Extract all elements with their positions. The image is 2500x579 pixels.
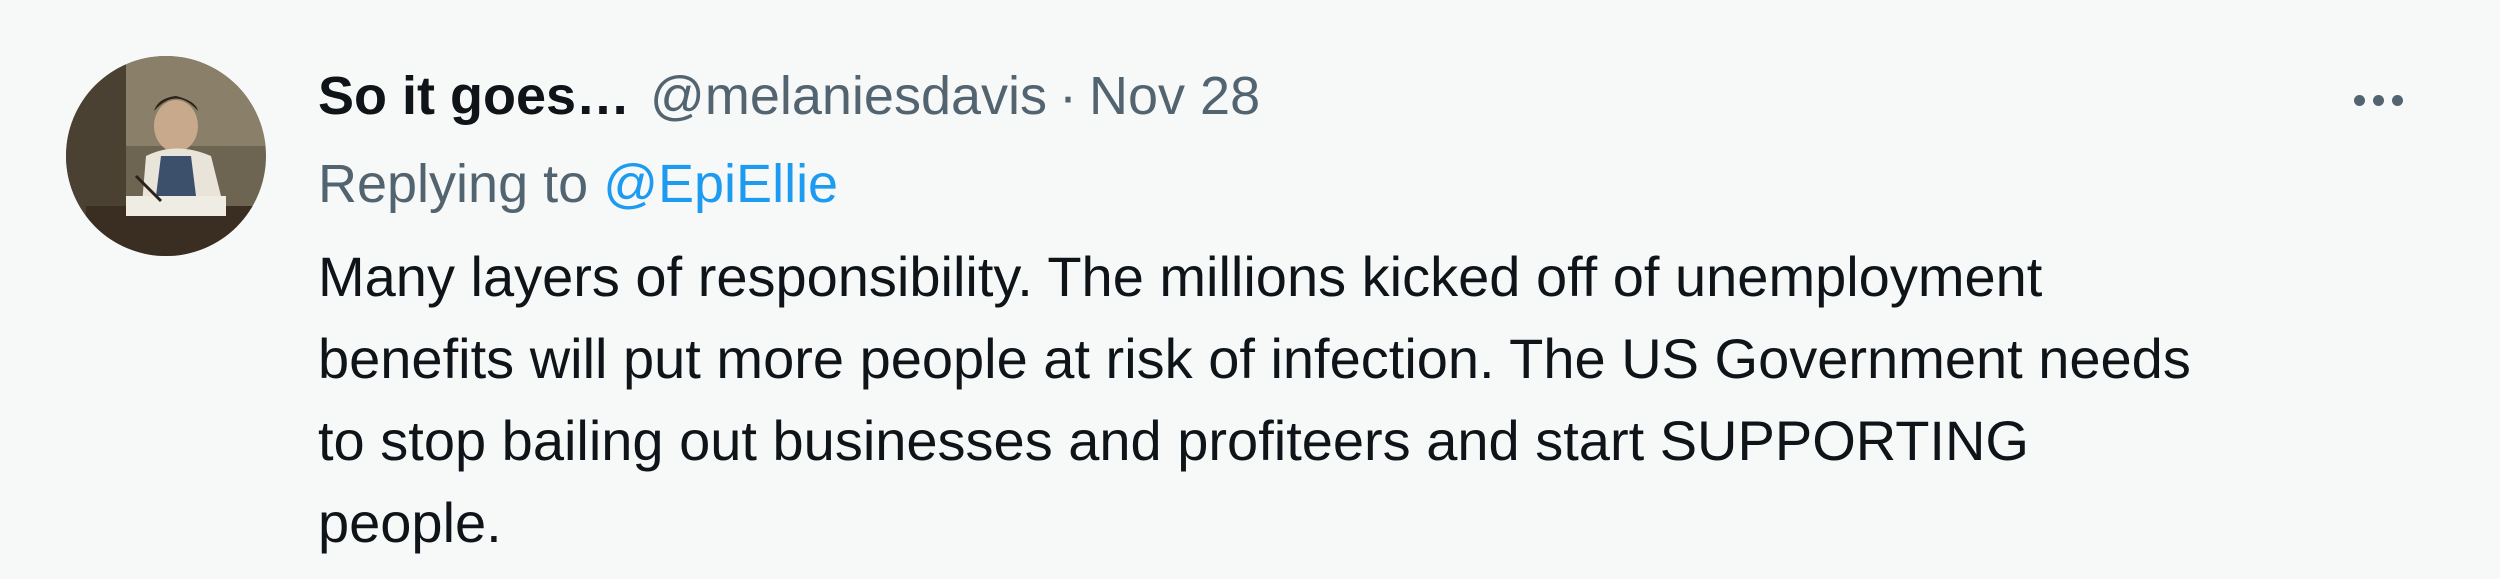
reply-context: Replying to @EpiEllie [318,146,2440,222]
tweet-date[interactable]: Nov 28 [1089,58,1260,134]
user-handle[interactable]: @melaniesdavis [650,58,1047,134]
tweet-text-line: Many layers of responsibility. The milli… [318,245,2043,308]
tweet-header: So it goes… @melaniesdavis · Nov 28 [318,58,2440,134]
more-dot [2391,94,2403,106]
tweet-text-line: people. [318,491,502,554]
reply-prefix: Replying to [318,154,589,214]
tweet-content: So it goes… @melaniesdavis · Nov 28 Repl… [318,58,2440,564]
more-dot [2353,94,2365,106]
tweet-text-line: to stop bailing out businesses and profi… [318,409,2029,472]
display-name[interactable]: So it goes… [318,58,630,134]
separator-dot: · [1059,66,1077,126]
more-dot [2372,94,2384,106]
profile-photo-icon [66,56,266,256]
tweet-text: Many layers of responsibility. The milli… [318,236,2448,564]
tweet[interactable]: So it goes… @melaniesdavis · Nov 28 Repl… [0,0,2500,579]
reply-to-handle[interactable]: @EpiEllie [603,154,838,214]
avatar[interactable] [66,56,266,256]
more-options-icon[interactable] [2338,80,2418,120]
tweet-text-line: benefits will put more people at risk of… [318,327,2191,390]
